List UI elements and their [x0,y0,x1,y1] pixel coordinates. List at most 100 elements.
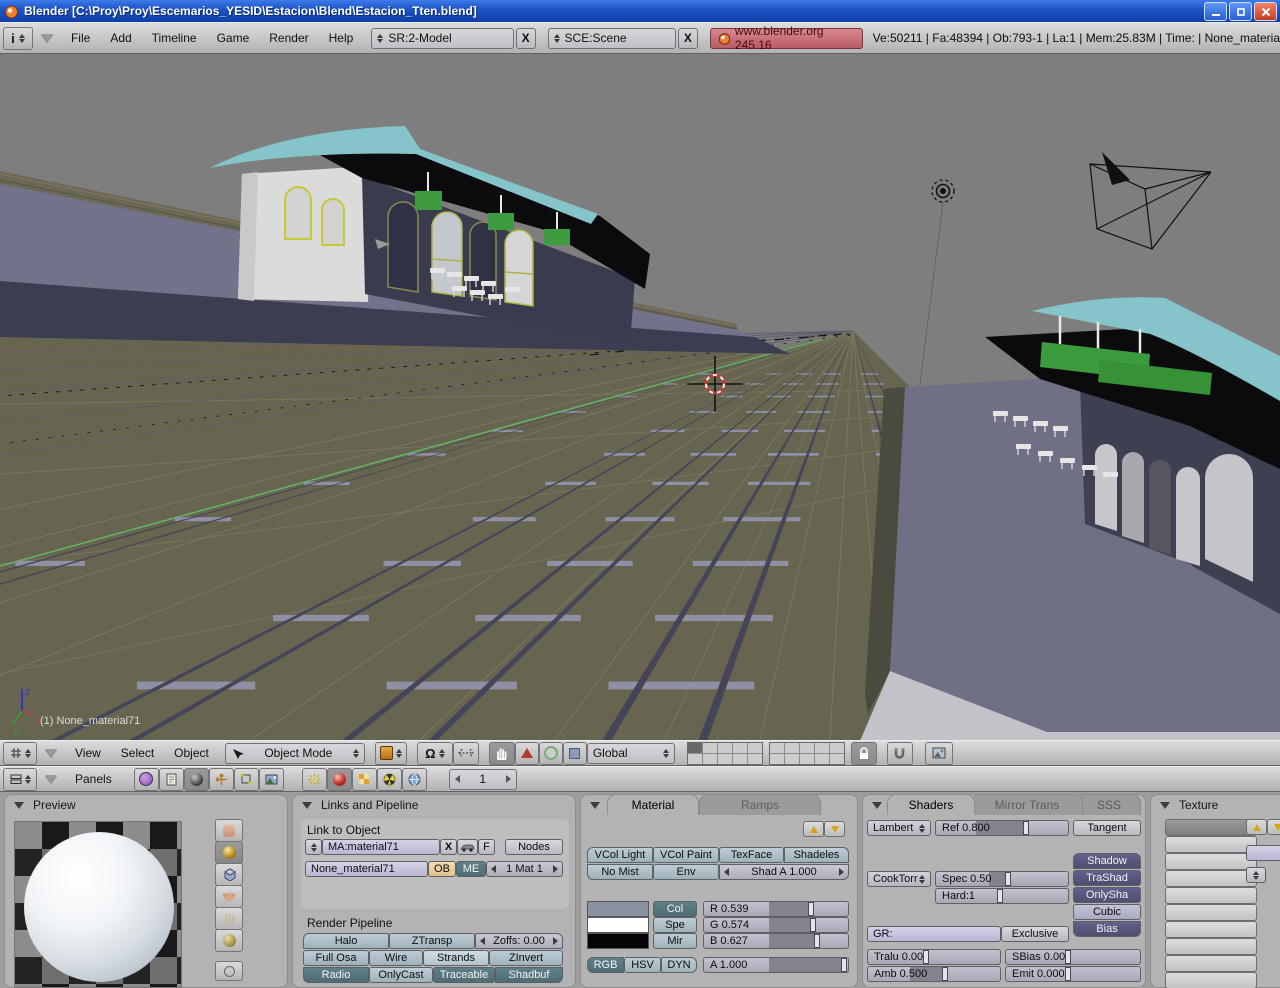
translate-manipulator-button[interactable] [515,742,539,765]
menu-timeline[interactable]: Timeline [152,31,197,45]
texture-slot-7[interactable] [1165,921,1257,938]
me-toggle[interactable]: ME [456,861,486,877]
viewport-window-type-button[interactable] [3,742,37,765]
radio-toggle[interactable]: Radio [303,967,369,983]
object-name-field[interactable]: None_material71 [305,861,428,877]
tab-sss[interactable]: SSS [1077,794,1141,815]
vcol-paint-toggle[interactable]: VCol Paint [653,847,719,863]
tab-mirror-transp[interactable]: Mirror Trans [971,794,1083,815]
tab-material[interactable]: Material [607,794,699,815]
copy-material-button[interactable] [803,821,824,837]
trashad-toggle[interactable]: TraShad [1073,870,1141,886]
texture-buttons-button[interactable] [352,768,377,791]
editing-buttons-button[interactable] [234,768,259,791]
menu-object[interactable]: Object [174,746,209,760]
emit-slider[interactable]: Emit 0.000 [1005,966,1141,982]
window-titlebar[interactable]: Blender [C:\Proy\Proy\Escemarios_YESID\E… [0,0,1280,22]
preview-sphere-button[interactable] [215,841,243,864]
paste-material-button[interactable] [824,821,845,837]
onlycast-toggle[interactable]: OnlyCast [369,967,433,983]
blender-version-badge[interactable]: www.blender.org 245.16 [710,28,863,49]
mirror-color-swatch[interactable] [587,933,649,949]
links-panel-header[interactable]: Links and Pipeline [293,795,575,815]
texture-paste-button[interactable] [1267,819,1280,835]
diffuse-color-swatch[interactable] [587,901,649,917]
menu-view[interactable]: View [75,746,101,760]
sbias-slider[interactable]: SBias 0.00 [1005,949,1141,965]
prev-icon[interactable] [480,937,485,945]
object-buttons-button[interactable] [209,768,234,791]
header-collapse-icon[interactable] [45,749,57,757]
env-toggle[interactable]: Env [653,864,719,880]
fake-user-button[interactable]: F [478,839,495,855]
menu-select[interactable]: Select [121,746,154,760]
full-osa-toggle[interactable]: Full Osa [303,950,369,966]
cubic-toggle[interactable]: Cubic [1073,904,1141,920]
3d-viewport[interactable]: z y x (1) None_material71 [0,54,1280,740]
halo-toggle[interactable]: Halo [303,933,389,949]
material-buttons-button[interactable] [327,768,352,791]
manipulator-toggle-button[interactable] [489,742,515,765]
texture-slot-2[interactable] [1165,836,1257,853]
texture-slot-9[interactable] [1165,955,1257,972]
mir-toggle[interactable]: Mir [653,933,697,949]
texture-name-field[interactable] [1246,845,1280,861]
menu-panels[interactable]: Panels [75,772,112,786]
spec-slider[interactable]: Spec 0.50 [935,871,1069,887]
screen-selector[interactable]: SR:2-Model [371,28,514,49]
layer-buttons-group-2[interactable] [769,742,845,765]
preview-flat-button[interactable] [215,819,243,842]
buttons-window-type-button[interactable] [3,768,37,791]
zinvert-toggle[interactable]: ZInvert [489,950,563,966]
dyn-toggle[interactable]: DYN [661,957,697,973]
draw-type-button[interactable] [375,742,407,765]
pivot-button[interactable]: Ω [417,742,453,765]
tab-ramps[interactable]: Ramps [699,794,821,815]
wire-toggle[interactable]: Wire [369,950,423,966]
frame-prev-icon[interactable] [455,775,460,783]
texture-browse-button[interactable] [1246,867,1266,883]
manipulator-mode-button[interactable] [453,742,479,765]
snap-button[interactable] [887,742,913,765]
layer-buttons-group-1[interactable] [687,742,763,765]
mode-selector[interactable]: Object Mode [225,743,365,764]
green-slider[interactable]: G 0.574 [703,917,849,933]
shadbuf-toggle[interactable]: Shadbuf [495,967,563,983]
shadow-toggle[interactable]: Shadow [1073,853,1141,869]
collapse-triangle-icon[interactable] [302,802,312,809]
bias-toggle[interactable]: Bias [1073,921,1141,937]
shading-buttons-button[interactable] [184,768,209,791]
exclusive-button[interactable]: Exclusive [1001,926,1069,942]
lamp-buttons-button[interactable] [302,768,327,791]
amb-slider[interactable]: Amb 0.500 [867,966,1001,982]
collapse-triangle-icon[interactable] [1160,802,1170,809]
texture-copy-button[interactable] [1246,819,1267,835]
texture-slot-4[interactable] [1165,870,1257,887]
tangent-button[interactable]: Tangent [1073,820,1141,836]
collapse-triangle-icon[interactable] [872,802,882,809]
col-toggle[interactable]: Col [653,901,697,917]
texture-slot-10[interactable] [1165,972,1257,988]
minimize-button[interactable] [1204,2,1227,21]
ztransp-toggle[interactable]: ZTransp [389,933,475,949]
render-preview-button[interactable] [925,742,953,765]
scene-buttons-button[interactable] [259,768,284,791]
hard-slider[interactable]: Hard:1 [935,888,1069,904]
material-name-field[interactable]: MA:material71 [322,839,440,855]
tab-shaders[interactable]: Shaders [887,794,975,815]
preview-sphere-sky-button[interactable] [215,929,243,952]
window-type-info-button[interactable]: i [3,27,33,50]
material-browse-button[interactable] [305,839,322,855]
hsv-toggle[interactable]: HSV [624,957,661,973]
texture-slot-1[interactable] [1165,819,1257,836]
preview-panel-header[interactable]: Preview [5,795,287,815]
menu-help[interactable]: Help [329,31,354,45]
gr-group-field[interactable]: GR: [867,926,1001,942]
header-collapse-icon[interactable] [41,34,53,42]
strands-toggle[interactable]: Strands [423,950,489,966]
texture-slot-6[interactable] [1165,904,1257,921]
nodes-button[interactable]: Nodes [505,839,563,855]
rotate-manipulator-button[interactable] [539,742,563,765]
close-button[interactable] [1254,2,1277,21]
alpha-slider[interactable]: A 1.000 [703,957,849,973]
